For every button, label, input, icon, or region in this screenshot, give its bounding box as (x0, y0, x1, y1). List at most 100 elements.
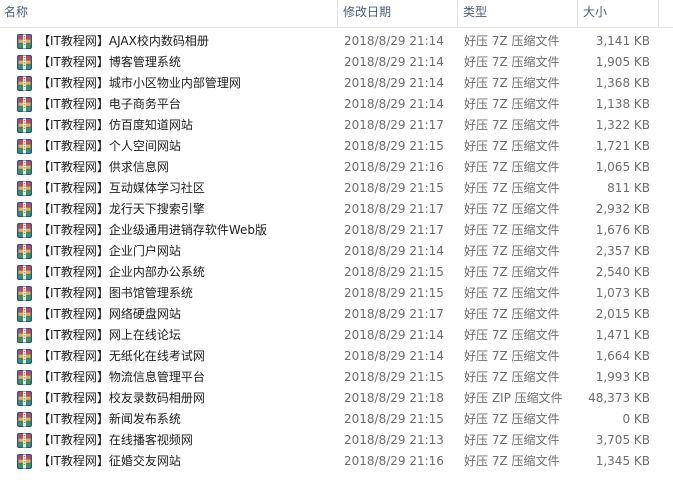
file-row[interactable]: 【IT教程网】供求信息网 2018/8/29 21:16 好压 7Z 压缩文件 … (0, 157, 673, 178)
file-row[interactable]: 【IT教程网】AJAX校内数码相册 2018/8/29 21:14 好压 7Z … (0, 31, 673, 52)
column-header: ⌃ 名称 修改日期 类型 大小 (0, 0, 673, 28)
file-type: 好压 7Z 压缩文件 (464, 370, 560, 384)
file-type: 好压 7Z 压缩文件 (464, 160, 560, 174)
file-date: 2018/8/29 21:17 (344, 223, 444, 237)
archive-file-icon (17, 118, 32, 133)
file-type: 好压 7Z 压缩文件 (464, 118, 560, 132)
column-header-name[interactable]: 名称 (0, 0, 337, 27)
archive-file-icon (17, 454, 32, 469)
file-date: 2018/8/29 21:17 (344, 307, 444, 321)
archive-file-icon (17, 160, 32, 175)
archive-file-icon (17, 223, 32, 238)
file-date: 2018/8/29 21:14 (344, 349, 444, 363)
column-divider[interactable] (457, 0, 458, 27)
archive-file-icon (17, 76, 32, 91)
archive-file-icon (17, 328, 32, 343)
file-row[interactable]: 【IT教程网】图书馆管理系统 2018/8/29 21:15 好压 7Z 压缩文… (0, 283, 673, 304)
file-row[interactable]: 【IT教程网】网络硬盘网站 2018/8/29 21:17 好压 7Z 压缩文件… (0, 304, 673, 325)
archive-file-icon (17, 391, 32, 406)
column-divider[interactable] (337, 0, 338, 27)
file-type: 好压 7Z 压缩文件 (464, 307, 560, 321)
file-type: 好压 7Z 压缩文件 (464, 97, 560, 111)
file-row[interactable]: 【IT教程网】无纸化在线考试网 2018/8/29 21:14 好压 7Z 压缩… (0, 346, 673, 367)
archive-file-icon (17, 97, 32, 112)
file-date: 2018/8/29 21:15 (344, 139, 444, 153)
file-date: 2018/8/29 21:18 (344, 391, 444, 405)
file-row[interactable]: 【IT教程网】征婚交友网站 2018/8/29 21:16 好压 7Z 压缩文件… (0, 451, 673, 472)
file-row[interactable]: 【IT教程网】博客管理系统 2018/8/29 21:14 好压 7Z 压缩文件… (0, 52, 673, 73)
file-name: 【IT教程网】在线播客视频网 (38, 433, 193, 447)
archive-file-icon (17, 370, 32, 385)
file-type: 好压 7Z 压缩文件 (464, 76, 560, 90)
file-name: 【IT教程网】新闻发布系统 (38, 412, 181, 426)
file-row[interactable]: 【IT教程网】在线播客视频网 2018/8/29 21:13 好压 7Z 压缩文… (0, 430, 673, 451)
column-header-type[interactable]: 类型 (459, 0, 577, 27)
file-date: 2018/8/29 21:15 (344, 286, 444, 300)
file-row[interactable]: 【IT教程网】电子商务平台 2018/8/29 21:14 好压 7Z 压缩文件… (0, 94, 673, 115)
file-row[interactable]: 【IT教程网】互动媒体学习社区 2018/8/29 21:15 好压 7Z 压缩… (0, 178, 673, 199)
file-name: 【IT教程网】企业内部办公系统 (38, 265, 205, 279)
archive-file-icon (17, 307, 32, 322)
file-size: 1,664 KB (595, 349, 650, 363)
file-name: 【IT教程网】互动媒体学习社区 (38, 181, 205, 195)
file-type: 好压 7Z 压缩文件 (464, 223, 560, 237)
file-size: 2,015 KB (595, 307, 650, 321)
file-name: 【IT教程网】校友录数码相册网 (38, 391, 205, 405)
file-name: 【IT教程网】网上在线论坛 (38, 328, 181, 342)
file-type: 好压 ZIP 压缩文件 (464, 391, 563, 405)
archive-file-icon (17, 34, 32, 49)
column-divider[interactable] (658, 0, 659, 27)
file-size: 1,721 KB (595, 139, 650, 153)
file-type: 好压 7Z 压缩文件 (464, 202, 560, 216)
file-name: 【IT教程网】企业门户网站 (38, 244, 181, 258)
file-row[interactable]: 【IT教程网】新闻发布系统 2018/8/29 21:15 好压 7Z 压缩文件… (0, 409, 673, 430)
file-size: 48,373 KB (588, 391, 650, 405)
file-row[interactable]: 【IT教程网】企业级通用进销存软件Web版 2018/8/29 21:17 好压… (0, 220, 673, 241)
file-row[interactable]: 【IT教程网】网上在线论坛 2018/8/29 21:14 好压 7Z 压缩文件… (0, 325, 673, 346)
file-row[interactable]: 【IT教程网】企业内部办公系统 2018/8/29 21:15 好压 7Z 压缩… (0, 262, 673, 283)
file-date: 2018/8/29 21:13 (344, 433, 444, 447)
column-header-date[interactable]: 修改日期 (339, 0, 457, 27)
file-size: 1,073 KB (595, 286, 650, 300)
file-size: 1,471 KB (595, 328, 650, 342)
column-divider[interactable] (577, 0, 578, 27)
archive-file-icon (17, 244, 32, 259)
file-size: 1,676 KB (595, 223, 650, 237)
file-name: 【IT教程网】企业级通用进销存软件Web版 (38, 223, 268, 237)
file-size: 3,141 KB (595, 34, 650, 48)
file-type: 好压 7Z 压缩文件 (464, 55, 560, 69)
file-row[interactable]: 【IT教程网】个人空间网站 2018/8/29 21:15 好压 7Z 压缩文件… (0, 136, 673, 157)
file-name: 【IT教程网】城市小区物业内部管理网 (38, 76, 241, 90)
file-date: 2018/8/29 21:17 (344, 202, 444, 216)
file-size: 1,368 KB (595, 76, 650, 90)
file-type: 好压 7Z 压缩文件 (464, 433, 560, 447)
column-header-size[interactable]: 大小 (579, 0, 659, 27)
file-type: 好压 7Z 压缩文件 (464, 349, 560, 363)
file-date: 2018/8/29 21:14 (344, 34, 444, 48)
file-row[interactable]: 【IT教程网】校友录数码相册网 2018/8/29 21:18 好压 ZIP 压… (0, 388, 673, 409)
file-date: 2018/8/29 21:15 (344, 181, 444, 195)
file-date: 2018/8/29 21:14 (344, 76, 444, 90)
file-row[interactable]: 【IT教程网】仿百度知道网站 2018/8/29 21:17 好压 7Z 压缩文… (0, 115, 673, 136)
file-row[interactable]: 【IT教程网】城市小区物业内部管理网 2018/8/29 21:14 好压 7Z… (0, 73, 673, 94)
file-name: 【IT教程网】仿百度知道网站 (38, 118, 193, 132)
file-type: 好压 7Z 压缩文件 (464, 139, 560, 153)
file-date: 2018/8/29 21:16 (344, 160, 444, 174)
file-name: 【IT教程网】网络硬盘网站 (38, 307, 181, 321)
archive-file-icon (17, 412, 32, 427)
file-size: 2,540 KB (595, 265, 650, 279)
file-row[interactable]: 【IT教程网】龙行天下搜索引擎 2018/8/29 21:17 好压 7Z 压缩… (0, 199, 673, 220)
file-row[interactable]: 【IT教程网】企业门户网站 2018/8/29 21:14 好压 7Z 压缩文件… (0, 241, 673, 262)
file-name: 【IT教程网】个人空间网站 (38, 139, 181, 153)
file-date: 2018/8/29 21:14 (344, 55, 444, 69)
file-row[interactable]: 【IT教程网】物流信息管理平台 2018/8/29 21:15 好压 7Z 压缩… (0, 367, 673, 388)
file-name: 【IT教程网】电子商务平台 (38, 97, 181, 111)
archive-file-icon (17, 286, 32, 301)
file-size: 3,705 KB (595, 433, 650, 447)
file-date: 2018/8/29 21:14 (344, 328, 444, 342)
file-size: 1,138 KB (595, 97, 650, 111)
file-type: 好压 7Z 压缩文件 (464, 454, 560, 468)
file-type: 好压 7Z 压缩文件 (464, 328, 560, 342)
file-size: 2,357 KB (595, 244, 650, 258)
file-date: 2018/8/29 21:17 (344, 118, 444, 132)
